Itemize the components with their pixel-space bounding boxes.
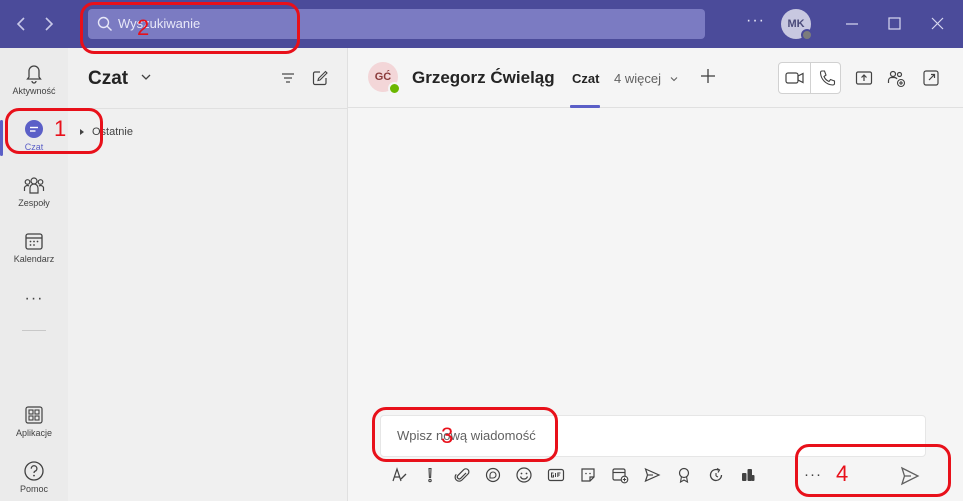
close-button[interactable] — [924, 12, 950, 36]
video-call-button[interactable] — [779, 63, 810, 93]
contact-avatar[interactable]: GĆ — [368, 62, 401, 95]
back-button[interactable] — [10, 12, 34, 36]
user-avatar[interactable]: MK — [781, 9, 813, 41]
praise-button[interactable] — [673, 464, 695, 486]
app-button[interactable] — [737, 464, 759, 486]
maximize-icon — [888, 17, 901, 30]
call-button-group — [778, 62, 841, 94]
rail-label: Zespoły — [18, 198, 50, 208]
sticker-icon — [581, 468, 595, 482]
chevron-down-icon[interactable] — [669, 74, 679, 84]
sticker-button[interactable] — [577, 464, 599, 486]
rail-item-calendar[interactable]: Kalendarz — [0, 224, 68, 276]
contact-initials: GĆ — [374, 71, 392, 83]
close-icon — [931, 17, 944, 30]
more-options-button[interactable]: ··· — [804, 466, 822, 483]
send-button[interactable] — [898, 464, 922, 488]
schedule-send-button[interactable] — [641, 464, 663, 486]
settings-more-button[interactable]: ··· — [746, 12, 765, 30]
important-button[interactable] — [419, 464, 441, 486]
chat-icon — [25, 120, 43, 138]
minimize-icon — [846, 23, 858, 25]
search-icon — [97, 16, 112, 31]
rail-label: Aktywność — [12, 86, 56, 96]
search-placeholder: Wyszukiwanie — [118, 16, 201, 31]
rail-label: Czat — [24, 142, 44, 152]
rail-divider — [22, 330, 46, 331]
divider — [68, 108, 348, 109]
user-initials: MK — [787, 18, 805, 30]
forward-button[interactable] — [36, 12, 60, 36]
rail-item-teams[interactable]: Zespoły — [0, 168, 68, 220]
format-button[interactable] — [388, 464, 410, 486]
chat-main-pane: GĆ Grzegorz Ćwieląg Czat 4 więcej Wpisz … — [348, 48, 963, 501]
filter-icon[interactable] — [279, 69, 297, 87]
compose-box[interactable] — [380, 415, 926, 457]
share-screen-icon[interactable] — [854, 68, 874, 88]
chat-list-pane: Czat Ostatnie — [68, 48, 348, 501]
chat-header: GĆ Grzegorz Ćwieląg Czat 4 więcej — [348, 48, 963, 108]
presence-status-icon — [801, 29, 813, 41]
new-chat-icon[interactable] — [311, 69, 329, 87]
contact-name: Grzegorz Ćwieląg — [412, 68, 555, 87]
calendar-add-icon — [612, 468, 629, 484]
tab-chat[interactable]: Czat — [572, 71, 599, 86]
rail-item-chat[interactable]: Czat — [0, 112, 68, 164]
paperclip-icon — [454, 468, 470, 482]
updates-button[interactable] — [705, 464, 727, 486]
active-indicator — [0, 120, 3, 156]
loop-icon — [485, 467, 501, 483]
loop-button[interactable] — [482, 464, 504, 486]
award-icon — [678, 467, 690, 484]
calendar-icon — [25, 233, 43, 250]
app-rail: Aktywność Czat Zespoły Kalendarz ··· Apl… — [0, 48, 68, 501]
active-tab-indicator — [570, 105, 600, 108]
rail-item-help[interactable]: Pomoc — [0, 454, 68, 501]
emoji-button[interactable] — [513, 464, 535, 486]
send-icon — [900, 466, 920, 486]
schedule-meeting-button[interactable] — [609, 464, 631, 486]
exclamation-icon — [428, 467, 432, 483]
rail-label: Pomoc — [19, 484, 48, 494]
phone-icon — [819, 70, 836, 86]
chevron-right-icon — [45, 17, 54, 31]
maximize-button[interactable] — [881, 12, 907, 36]
gif-icon — [547, 468, 565, 482]
caret-right-icon[interactable] — [78, 128, 86, 136]
rail-label: Aplikacje — [15, 428, 53, 438]
minimize-button[interactable] — [839, 12, 865, 36]
rail-item-apps[interactable]: Aplikacje — [0, 398, 68, 450]
tab-more[interactable]: 4 więcej — [614, 71, 661, 86]
bell-icon — [26, 65, 42, 84]
chevron-left-icon — [16, 17, 25, 31]
title-bar: Wyszukiwanie ··· MK — [0, 0, 963, 48]
app-blocks-icon — [742, 469, 755, 481]
audio-call-button[interactable] — [811, 63, 842, 93]
more-apps-button[interactable]: ··· — [0, 290, 68, 308]
chevron-down-icon[interactable] — [139, 70, 153, 84]
presence-available-icon — [388, 82, 401, 95]
help-icon — [24, 461, 44, 481]
message-input[interactable] — [397, 428, 897, 443]
format-pen-icon — [392, 467, 407, 482]
send-later-icon — [644, 467, 661, 483]
rail-item-activity[interactable]: Aktywność — [0, 56, 68, 108]
add-people-icon[interactable] — [886, 68, 906, 88]
video-camera-icon — [785, 72, 804, 84]
search-input[interactable]: Wyszukiwanie — [88, 9, 705, 39]
pop-out-icon[interactable] — [921, 68, 941, 88]
apps-icon — [25, 406, 43, 424]
add-tab-icon[interactable] — [698, 66, 718, 86]
gif-button[interactable] — [545, 464, 567, 486]
chat-list-title[interactable]: Czat — [88, 68, 128, 90]
emoji-icon — [516, 467, 532, 483]
refresh-icon — [709, 467, 723, 482]
teams-icon — [23, 177, 45, 194]
attach-button[interactable] — [451, 464, 473, 486]
rail-label: Kalendarz — [13, 254, 55, 264]
recent-section-label[interactable]: Ostatnie — [92, 126, 133, 138]
